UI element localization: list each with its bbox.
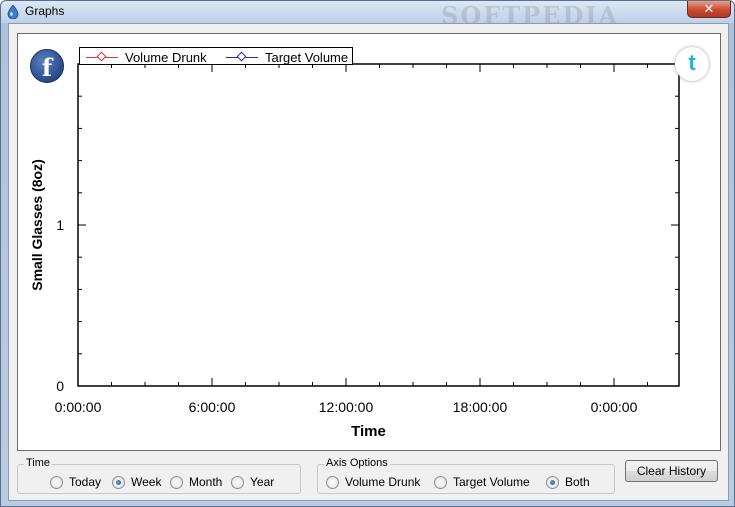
y-axis-label: Small Glasses (8oz) [29,159,45,291]
x-axis-label: Time [351,423,386,440]
legend-marker-diamond [96,51,107,62]
y-tick-label: 0 [56,378,64,394]
facebook-icon[interactable]: f [30,49,64,83]
title-bar[interactable]: Graphs SOFTPEDIA ✕ [1,1,734,30]
plot-frame [77,63,680,387]
radio-circle[interactable] [231,476,244,489]
x-tick-label: 0:00:00 [591,399,638,415]
clear-history-button[interactable]: Clear History [625,460,718,482]
radio-label: Volume Drunk [345,475,421,489]
radio-label: Week [131,475,162,489]
twitter-icon[interactable]: t [675,47,709,81]
water-drop-icon [7,5,19,19]
radio-label: Target Volume [453,475,530,489]
radio-label: Year [250,475,275,489]
chart-legend: Volume Drunk Target Volume [79,47,353,65]
y-tick-label: 1 [56,217,64,233]
graph-panel: 0 1 0:00:00 6:00:00 12:00:00 18:00:00 0:00:00 T… [17,33,721,451]
x-tick-label: 6:00:00 [189,399,236,415]
radio-circle[interactable] [112,476,125,489]
close-button[interactable]: ✕ [687,1,731,18]
client-area: 0 1 0:00:00 6:00:00 12:00:00 18:00:00 0:00:00 T… [8,23,729,501]
x-tick-label: 12:00:00 [319,399,374,415]
radio-label: Month [189,475,223,489]
chart: 0 1 0:00:00 6:00:00 12:00:00 18:00:00 0:00:00 T… [29,63,680,440]
axis-options-groupbox: Axis Options Volume Drunk Target Volume … [317,457,615,494]
radio-circle[interactable] [50,476,63,489]
radio-circle[interactable] [326,476,339,489]
window-title: Graphs [25,4,65,18]
radio-circle[interactable] [434,476,447,489]
radio-label: Both [565,475,590,489]
controls-bar: Time Today Week Month Year Axis Options … [17,455,721,497]
radio-circle[interactable] [170,476,183,489]
graphs-window: Graphs SOFTPEDIA ✕ 0 1 0:00:00 6:00:00 12:00… [0,0,735,507]
legend-marker-diamond [236,51,247,62]
legend-label: Target Volume [265,50,349,65]
axis-options-group-label: Axis Options [324,457,390,469]
time-group-label: Time [24,457,53,469]
x-tick-label: 18:00:00 [453,399,508,415]
legend-label: Volume Drunk [125,50,207,65]
time-groupbox: Time Today Week Month Year [17,457,301,494]
radio-label: Today [69,475,102,489]
x-tick-label: 0:00:00 [55,399,102,415]
radio-circle[interactable] [546,476,559,489]
